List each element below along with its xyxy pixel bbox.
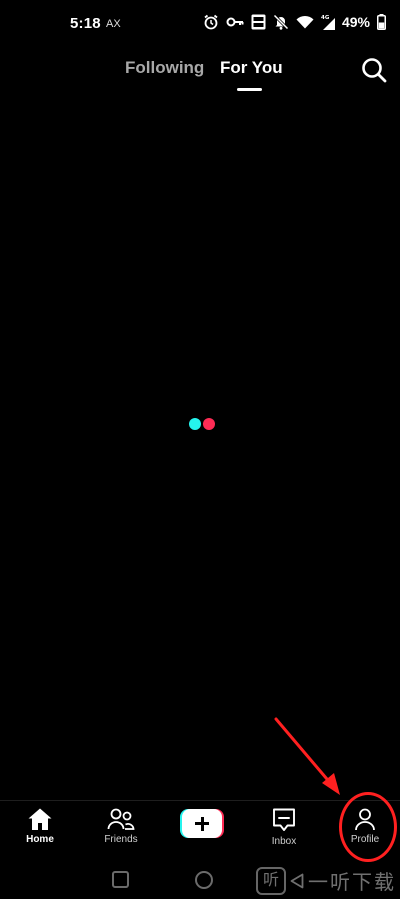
recent-apps-button[interactable] xyxy=(112,871,129,888)
loader-dot-red xyxy=(203,418,215,430)
loading-indicator xyxy=(189,418,217,430)
watermark-logo: 听 xyxy=(256,866,286,895)
bottom-navigation: Home Friends Inbox Profile xyxy=(0,800,400,855)
loader-dot-cyan xyxy=(189,418,201,430)
friends-icon xyxy=(107,808,135,830)
profile-icon xyxy=(355,808,375,831)
network-label: 4G xyxy=(321,15,330,21)
status-bar: 5:18 AX 4G 49% xyxy=(0,0,400,48)
home-icon xyxy=(28,808,52,830)
plus-icon-vertical xyxy=(200,816,204,831)
active-tab-indicator xyxy=(237,88,262,91)
mute-icon xyxy=(273,14,289,30)
nav-inbox[interactable]: Inbox xyxy=(249,807,319,853)
nav-friends[interactable]: Friends xyxy=(86,807,156,853)
nav-profile[interactable]: Profile xyxy=(330,807,400,853)
battery-icon xyxy=(377,14,386,30)
alarm-icon xyxy=(204,14,218,30)
annotation-arrow xyxy=(274,717,340,795)
feed-tabs: Following For You xyxy=(0,58,400,98)
back-triangle-icon xyxy=(290,873,304,888)
nav-friends-label: Friends xyxy=(104,834,138,845)
search-button[interactable] xyxy=(360,56,388,84)
volte-icon xyxy=(251,14,266,30)
nav-home[interactable]: Home xyxy=(5,807,75,853)
tab-for-you[interactable]: For You xyxy=(220,58,283,78)
system-home-button[interactable] xyxy=(195,871,213,889)
search-icon xyxy=(362,58,387,83)
nav-inbox-label: Inbox xyxy=(271,836,297,847)
watermark: 听 一听下载 xyxy=(256,866,396,895)
create-button[interactable] xyxy=(180,809,224,838)
status-icons: 4G 49% xyxy=(203,14,386,30)
signal-4g-icon: 4G xyxy=(321,15,335,30)
watermark-text: 一听下载 xyxy=(308,872,396,894)
tab-following[interactable]: Following xyxy=(125,58,204,78)
status-carrier: AX xyxy=(106,18,121,30)
status-time: 5:18 xyxy=(70,15,101,32)
wifi-icon xyxy=(296,15,314,29)
nav-profile-label: Profile xyxy=(350,834,380,845)
key-icon xyxy=(226,17,244,27)
battery-percentage: 49% xyxy=(341,14,370,30)
nav-home-label: Home xyxy=(26,834,54,845)
inbox-icon xyxy=(273,808,295,831)
